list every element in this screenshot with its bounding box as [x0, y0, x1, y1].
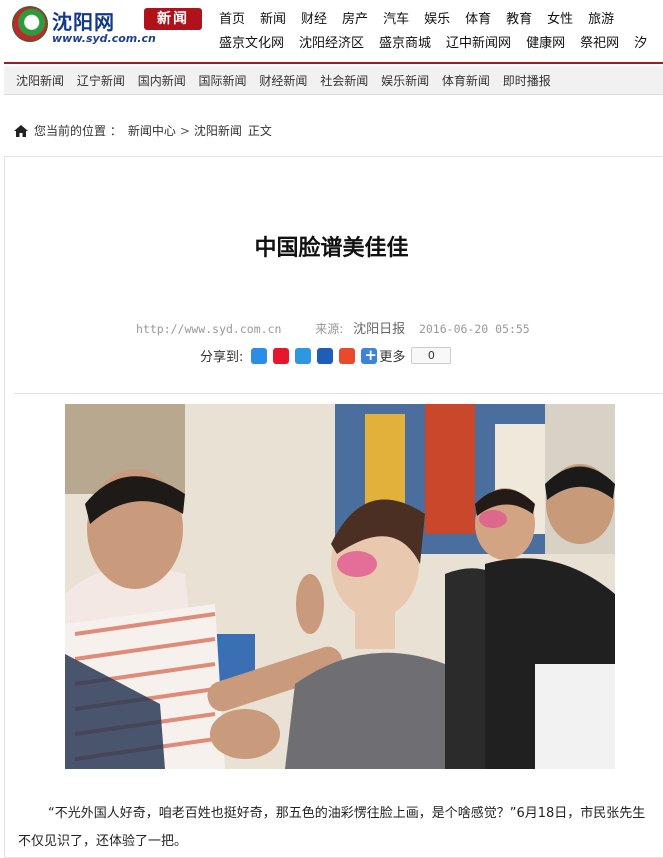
share-label: 分享到:: [200, 350, 244, 365]
subnav-item[interactable]: 娱乐新闻: [381, 74, 429, 88]
logo-emblem-icon: [12, 6, 48, 42]
sub-nav-list: 沈阳新闻 辽宁新闻 国内新闻 国际新闻 财经新闻 社会新闻 娱乐新闻 体育新闻 …: [16, 72, 560, 89]
nav-item[interactable]: 祭祀网: [580, 32, 619, 51]
secondary-nav: 盛京文化网 沈阳经济区 盛京商城 辽中新闻网 健康网 祭祀网 汐: [219, 32, 663, 51]
nav-item[interactable]: 教育: [506, 8, 532, 27]
breadcrumb-news-center[interactable]: 新闻中心: [128, 122, 176, 139]
logo-name: 沈阳网: [52, 10, 115, 34]
more-icon[interactable]: [361, 346, 378, 364]
qzone-icon[interactable]: [251, 347, 268, 364]
subnav-item[interactable]: 国内新闻: [138, 74, 186, 88]
meta-divider: [14, 393, 663, 394]
nav-item[interactable]: 辽中新闻网: [446, 32, 511, 51]
nav-item[interactable]: 娱乐: [424, 8, 450, 27]
subnav-item[interactable]: 体育新闻: [442, 74, 490, 88]
sub-nav-bar: 沈阳新闻 辽宁新闻 国内新闻 国际新闻 财经新闻 社会新闻 娱乐新闻 体育新闻 …: [4, 66, 663, 95]
nav-item[interactable]: 健康网: [526, 32, 565, 51]
logo-url: www.syd.com.cn: [52, 32, 156, 45]
home-icon[interactable]: [14, 124, 28, 137]
nav-item[interactable]: 旅游: [588, 8, 614, 27]
subnav-item[interactable]: 沈阳新闻: [16, 74, 64, 88]
tqq-icon[interactable]: [295, 347, 312, 364]
nav-item[interactable]: 女性: [547, 8, 573, 27]
share-bar: 分享到: 更多 0: [200, 346, 452, 365]
subnav-item[interactable]: 国际新闻: [199, 74, 247, 88]
article-photo: [65, 404, 615, 769]
breadcrumb-separator-icon: >: [179, 123, 190, 138]
renren-icon[interactable]: [317, 347, 334, 364]
nav-item[interactable]: 盛京商城: [379, 32, 431, 51]
breadcrumb-current: 正文: [247, 124, 272, 138]
nav-item[interactable]: 盛京文化网: [219, 32, 284, 51]
subnav-item[interactable]: 辽宁新闻: [77, 74, 125, 88]
breadcrumb: 您当前的位置 ： 新闻中心 > 沈阳新闻 正文: [14, 122, 278, 139]
primary-nav: 首页 新闻 财经 房产 汽车 娱乐 体育 教育 女性 旅游: [219, 8, 663, 27]
nav-item[interactable]: 首页: [219, 8, 245, 27]
nav-item[interactable]: 房产: [342, 8, 368, 27]
site-header: 沈阳网 新闻 www.syd.com.cn 首页 新闻 财经 房产 汽车 娱乐 …: [0, 0, 663, 58]
site-logo[interactable]: 沈阳网 新闻 www.syd.com.cn: [12, 6, 208, 48]
nav-item[interactable]: 新闻: [260, 8, 286, 27]
nav-item[interactable]: 汐: [634, 32, 647, 51]
subnav-item[interactable]: 社会新闻: [320, 74, 368, 88]
source-label: 来源:: [315, 322, 344, 336]
share-more-link[interactable]: 更多: [379, 346, 405, 365]
nav-item[interactable]: 沈阳经济区: [299, 32, 364, 51]
article-date: 2016-06-20 05:55: [418, 322, 530, 336]
weibo-icon[interactable]: [273, 347, 290, 364]
subnav-item[interactable]: 即时播报: [503, 74, 551, 88]
article-title: 中国脸谱美佳佳: [254, 236, 409, 261]
subnav-item[interactable]: 财经新闻: [259, 74, 307, 88]
article-meta: http://www.syd.com.cn 来源: 沈阳日报 2016-06-2…: [136, 318, 530, 337]
nav-item[interactable]: 体育: [465, 8, 491, 27]
share-count: 0: [411, 347, 452, 364]
header-divider: [4, 62, 663, 64]
tencent-weibo-icon[interactable]: [339, 347, 356, 364]
logo-badge: 新闻: [144, 8, 202, 30]
nav-item[interactable]: 财经: [301, 8, 327, 27]
article-url: http://www.syd.com.cn: [136, 322, 282, 336]
breadcrumb-shenyang-news[interactable]: 沈阳新闻: [194, 122, 242, 139]
breadcrumb-prefix: 您当前的位置 ：: [34, 124, 122, 138]
source-name: 沈阳日报: [353, 322, 406, 337]
nav-item[interactable]: 汽车: [383, 8, 409, 27]
